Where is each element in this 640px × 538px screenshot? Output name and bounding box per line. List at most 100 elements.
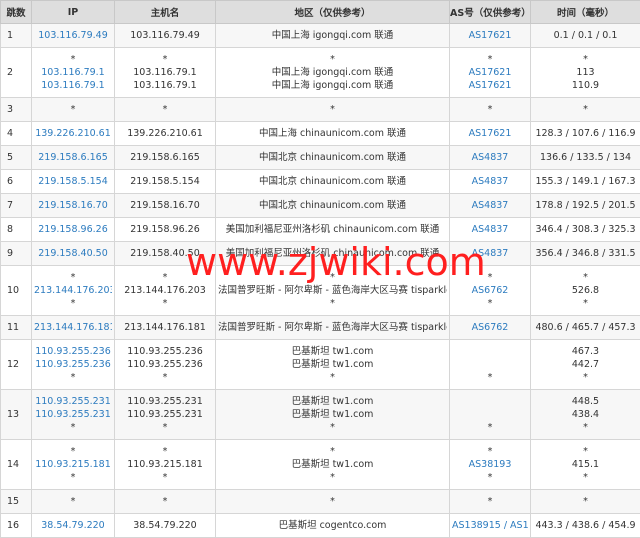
time-cell: *415.1* (531, 440, 640, 490)
region-cell: 巴基斯坦 tw1.com巴基斯坦 tw1.com* (216, 390, 450, 440)
table-row: 13110.93.255.231110.93.255.231*110.93.25… (1, 390, 640, 440)
region-cell: *法国普罗旺斯 - 阿尔卑斯 - 蓝色海岸大区马赛 tisparkle.com* (216, 266, 450, 316)
ip-cell-line: 110.93.215.181 (34, 458, 112, 471)
ip-link[interactable]: 110.93.255.231 (35, 396, 111, 407)
hostname-cell-text: * (163, 372, 168, 383)
hostname-cell-text: 103.116.79.1 (133, 80, 196, 91)
header-as: AS号（仅供参考） (450, 1, 531, 24)
table-row: 6 219.158.5.154 219.158.5.154 中国北京 chinauni… (1, 170, 640, 194)
hop-cell: 6 (1, 170, 32, 194)
as-link[interactable]: AS17621 (469, 128, 512, 139)
time-cell-line: * (533, 53, 638, 66)
ip-link[interactable]: 103.116.79.1 (41, 67, 104, 78)
region-cell-line: * (218, 471, 447, 484)
ip-link[interactable]: 213.144.176.203 (34, 285, 112, 296)
ip-link[interactable]: 219.158.16.70 (38, 200, 108, 211)
hostname-cell: 110.93.255.231110.93.255.231* (115, 390, 216, 440)
ip-link[interactable]: 219.158.5.154 (38, 176, 108, 187)
as-link[interactable]: AS4837 (472, 152, 509, 163)
as-cell-text: * (488, 446, 493, 457)
hostname-cell: *103.116.79.1103.116.79.1 (115, 48, 216, 98)
ip-cell-text: * (71, 422, 76, 433)
as-link[interactable]: AS6762 (472, 285, 509, 296)
as-cell-line: AS6762 (452, 284, 528, 297)
time-cell-text: 480.6 / 465.7 / 457.3 (535, 322, 635, 333)
time-cell-text: 442.7 (572, 359, 599, 370)
as-cell: AS138915 / AS174 (450, 514, 531, 538)
ip-cell-line: * (34, 297, 112, 310)
table-row: 1103.116.79.49103.116.79.49中国上海 igongqi.… (1, 24, 640, 48)
region-cell-text: * (330, 104, 335, 115)
region-cell-line: 中国上海 chinaunicom.com 联通 (218, 127, 447, 140)
hop-cell: 10 (1, 266, 32, 316)
table-row: 10*213.144.176.203**213.144.176.203**法国普… (1, 266, 640, 316)
ip-link[interactable]: 110.93.255.236 (35, 346, 111, 357)
as-cell-text: * (488, 298, 493, 309)
ip-link[interactable]: 110.93.255.236 (35, 359, 111, 370)
time-cell-line: * (533, 371, 638, 384)
as-cell: *AS38193* (450, 440, 531, 490)
as-link[interactable]: AS17621 (469, 80, 512, 91)
ip-cell-line: * (34, 271, 112, 284)
ip-link[interactable]: 38.54.79.220 (41, 520, 104, 531)
as-link[interactable]: AS138915 / AS174 (452, 520, 528, 531)
as-link[interactable]: AS17621 (469, 30, 512, 41)
hostname-cell: * (115, 490, 216, 514)
hostname-cell-text: 219.158.5.154 (130, 176, 200, 187)
time-cell-line: * (533, 271, 638, 284)
as-cell-text: * (488, 104, 493, 115)
ip-cell-line: * (34, 371, 112, 384)
ip-cell-line: 219.158.5.154 (34, 175, 112, 188)
as-link[interactable]: AS4837 (472, 248, 509, 259)
region-cell-text: 巴基斯坦 tw1.com (292, 459, 374, 470)
as-link[interactable]: AS17621 (469, 67, 512, 78)
as-cell: AS4837 (450, 146, 531, 170)
region-cell-line: 中国上海 igongqi.com 联通 (218, 66, 447, 79)
as-cell-line: * (452, 471, 528, 484)
hostname-cell-line: 110.93.215.181 (117, 458, 213, 471)
hop-cell: 16 (1, 514, 32, 538)
ip-link[interactable]: 219.158.40.50 (38, 248, 108, 259)
ip-link[interactable]: 110.93.255.231 (35, 409, 111, 420)
ip-link[interactable]: 219.158.6.165 (38, 152, 108, 163)
hop-cell: 9 (1, 242, 32, 266)
region-cell: 美国加利福尼亚州洛杉矶 chinaunicom.com 联通 (216, 218, 450, 242)
as-link[interactable]: AS4837 (472, 200, 509, 211)
ip-link[interactable]: 213.144.176.181 (34, 322, 112, 333)
as-cell-line: AS4837 (452, 175, 528, 188)
region-cell: * (216, 98, 450, 122)
ip-link[interactable]: 103.116.79.49 (38, 30, 108, 41)
as-link[interactable]: AS4837 (472, 224, 509, 235)
as-cell-text: * (488, 54, 493, 65)
table-row: 5219.158.6.165219.158.6.165中国北京 chinauni… (1, 146, 640, 170)
hostname-cell-line: 110.93.255.231 (117, 395, 213, 408)
time-cell: 0.1 / 0.1 / 0.1 (531, 24, 640, 48)
hostname-cell-text: 110.93.215.181 (127, 459, 203, 470)
time-cell-line: * (533, 445, 638, 458)
region-cell: 中国北京 chinaunicom.com 联通 (216, 170, 450, 194)
ip-cell: 219.158.96.26 (32, 218, 115, 242)
ip-cell-line: 139.226.210.61 (34, 127, 112, 140)
hop-cell: 11 (1, 316, 32, 340)
table-row: 7219.158.16.70219.158.16.70中国北京 chinauni… (1, 194, 640, 218)
as-cell-line: * (452, 421, 528, 434)
ip-link[interactable]: 139.226.210.61 (35, 128, 111, 139)
ip-cell-text: * (71, 298, 76, 309)
region-cell-line: 巴基斯坦 tw1.com (218, 458, 447, 471)
ip-link[interactable]: 219.158.96.26 (38, 224, 108, 235)
as-link[interactable]: AS6762 (472, 322, 509, 333)
as-link[interactable]: AS38193 (469, 459, 512, 470)
region-cell-line: * (218, 421, 447, 434)
ip-cell-line: 219.158.40.50 (34, 247, 112, 260)
as-link[interactable]: AS4837 (472, 176, 509, 187)
ip-cell-text: * (71, 104, 76, 115)
region-cell-text: 美国加利福尼亚州洛杉矶 chinaunicom.com 联通 (226, 248, 440, 259)
region-cell-text: 中国北京 chinaunicom.com 联通 (259, 152, 406, 163)
as-cell-text: * (488, 422, 493, 433)
hostname-cell-line: 219.158.5.154 (117, 175, 213, 188)
ip-link[interactable]: 110.93.215.181 (35, 459, 111, 470)
ip-link[interactable]: 103.116.79.1 (41, 80, 104, 91)
ip-cell-line: 219.158.16.70 (34, 199, 112, 212)
time-cell: *113110.9 (531, 48, 640, 98)
region-cell-line: 中国上海 igongqi.com 联通 (218, 79, 447, 92)
